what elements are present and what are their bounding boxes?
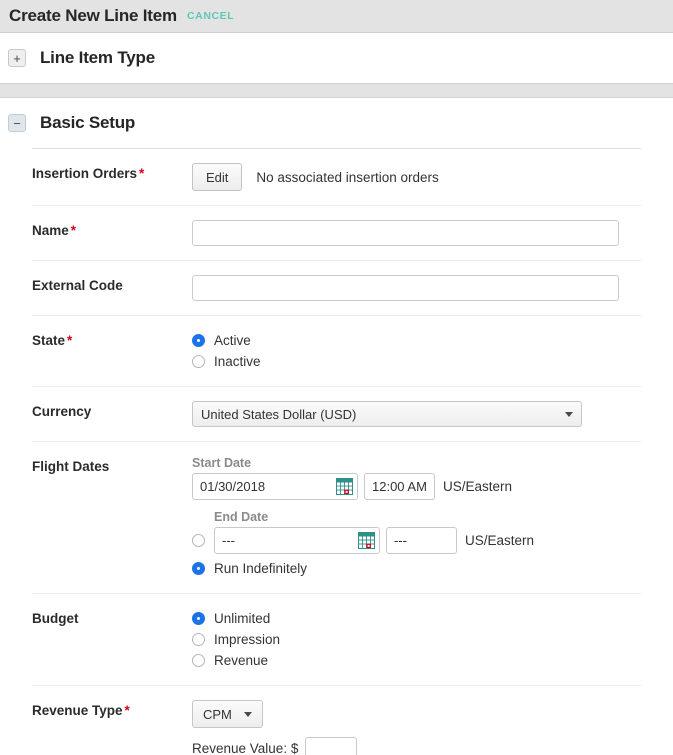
label-name-text: Name [32,223,69,238]
page-title: Create New Line Item [9,6,177,25]
revenue-type-select[interactable]: CPM [192,700,263,728]
section-divider-band [0,83,673,98]
currency-select[interactable]: United States Dollar (USD) [192,401,582,427]
label-state-text: State [32,333,66,348]
label-external-code-text: External Code [32,278,123,293]
start-time-input[interactable] [364,473,435,500]
value-state: Active Inactive [192,330,641,372]
revenue-type-selected-value: CPM [203,706,232,722]
value-insertion-orders: Edit No associated insertion orders [192,163,641,191]
revenue-value-input[interactable] [305,737,358,755]
required-marker: * [70,223,77,238]
chevron-down-icon [243,711,252,717]
currency-selected-value: United States Dollar (USD) [201,406,357,422]
radio-label-revenue: Revenue [214,653,269,668]
radio-option-state-inactive[interactable]: Inactive [192,351,641,372]
radio-end-date[interactable] [192,534,205,547]
radio-run-indefinitely[interactable] [192,562,205,575]
basic-setup-form: Insertion Orders * Edit No associated ins… [0,148,673,755]
radio-label-unlimited: Unlimited [214,611,271,626]
field-row-budget: Budget Unlimited Impression Revenue [32,593,641,685]
calendar-icon[interactable] [358,532,375,549]
value-currency: United States Dollar (USD) [192,401,641,427]
field-row-external-code: External Code [32,260,641,315]
revenue-value-label: Revenue Value: $ [192,741,299,755]
start-date-input[interactable] [192,473,358,500]
label-name: Name * [32,220,192,246]
section-title-line-item-type: Line Item Type [40,48,155,67]
radio-option-budget-unlimited[interactable]: Unlimited [192,608,641,629]
label-revenue-type-text: Revenue Type [32,703,123,718]
required-marker: * [139,166,145,181]
label-flight-dates: Flight Dates [32,456,192,579]
radio-inactive[interactable] [192,355,205,368]
radio-label-inactive: Inactive [214,354,261,369]
label-revenue-type: Revenue Type * [32,700,192,755]
cancel-link[interactable]: CANCEL [187,10,234,22]
radio-option-budget-revenue[interactable]: Revenue [192,650,641,671]
label-budget-text: Budget [32,611,79,626]
radio-label-run-indefinitely: Run Indefinitely [214,561,308,576]
section-title-basic-setup: Basic Setup [40,113,136,132]
value-external-code [192,275,641,301]
field-row-flight-dates: Flight Dates Start Date 01/30/2018 12:00… [32,441,641,593]
radio-option-state-active[interactable]: Active [192,330,641,351]
calendar-icon[interactable] [336,478,353,495]
radio-active[interactable] [192,334,205,347]
end-time-input[interactable] [386,527,457,554]
field-row-name: Name * [32,205,641,260]
page-titlebar: Create New Line Item CANCEL [0,0,673,33]
expand-plus-icon[interactable]: + [8,49,26,67]
field-row-currency: Currency United States Dollar (USD) [32,386,641,441]
end-timezone-label: US/Eastern [465,533,535,548]
value-flight-dates: Start Date 01/30/2018 12:00 AM US/Easter… [192,456,641,579]
label-external-code: External Code [32,275,192,301]
sub-label-end-date: End Date [214,510,269,524]
radio-label-active: Active [214,333,251,348]
start-date-line: US/Eastern [192,473,641,500]
sub-label-start-date: Start Date [192,456,252,470]
field-row-revenue-type: Revenue Type* CPM Revenue Value: $ Ensur… [32,685,641,755]
label-flight-dates-text: Flight Dates [32,459,110,474]
chevron-down-icon [565,411,573,417]
label-currency: Currency [32,401,192,427]
required-marker: * [124,703,130,718]
required-marker: * [67,333,73,348]
radio-unlimited[interactable] [192,612,205,625]
end-date-radio-col [192,534,214,547]
label-insertion-orders: Insertion Orders * [32,163,192,191]
label-budget: Budget [32,608,192,671]
external-code-input[interactable] [192,275,619,301]
revenue-value-line: Revenue Value: $ [192,737,641,755]
value-revenue-type: CPM Revenue Value: $ Ensure a minimum ma… [192,700,641,755]
label-currency-text: Currency [32,404,92,419]
label-insertion-orders-text: Insertion Orders [32,166,138,181]
start-date-wrapper [192,473,358,500]
end-date-line: US/Eastern [192,527,641,554]
end-date-wrapper [214,527,380,554]
radio-option-budget-impression[interactable]: Impression [192,629,641,650]
label-state: State * [32,330,192,372]
end-date-input[interactable] [214,527,380,554]
field-row-insertion-orders: Insertion Orders * Edit No associated ins… [32,148,641,205]
radio-revenue[interactable] [192,654,205,667]
value-budget: Unlimited Impression Revenue [192,608,641,671]
name-input[interactable] [192,220,619,246]
radio-option-run-indefinitely[interactable]: Run Indefinitely [192,558,641,579]
insertion-orders-empty-note: No associated insertion orders [256,169,439,185]
section-header-line-item-type[interactable]: + Line Item Type [0,33,673,83]
section-header-basic-setup[interactable]: − Basic Setup [0,98,673,148]
field-row-state: State * Active Inactive [32,315,641,386]
radio-impression[interactable] [192,633,205,646]
start-timezone-label: US/Eastern [443,479,513,494]
value-name [192,220,641,246]
radio-label-impression: Impression [214,632,281,647]
edit-insertion-orders-button[interactable]: Edit [192,163,243,191]
collapse-minus-icon[interactable]: − [8,114,26,132]
